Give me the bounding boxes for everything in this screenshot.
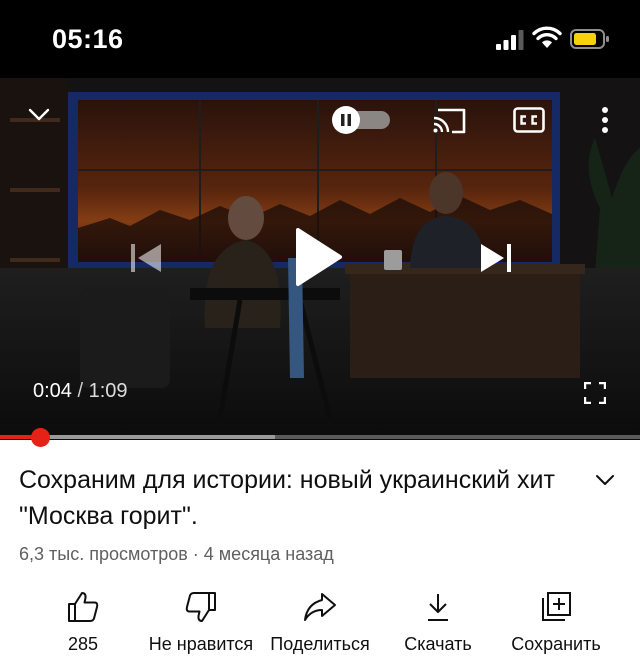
captions-icon[interactable] (513, 107, 545, 133)
time-display: 0:04 / 1:09 (33, 380, 128, 403)
more-vert-icon[interactable] (600, 106, 610, 134)
play-icon[interactable] (294, 226, 344, 288)
cast-icon[interactable] (432, 106, 468, 136)
video-meta: 6,3 тыс. просмотров · 4 месяца назад (19, 544, 334, 564)
status-bar: 05:16 (0, 0, 640, 78)
scrubber-handle[interactable] (31, 428, 51, 447)
wifi-icon (532, 26, 562, 48)
collapse-chevron-icon[interactable] (28, 108, 50, 122)
chevron-down-icon[interactable] (594, 472, 616, 488)
thumbs-up-icon (68, 592, 99, 622)
share-icon (304, 593, 336, 621)
video-duration: 1:09 (88, 380, 128, 402)
action-row: 285 Не нравится Поделиться Скачать Сохра… (0, 590, 640, 669)
cellular-signal-icon (496, 30, 524, 50)
download-button[interactable]: Скачать (394, 590, 482, 655)
save-label: Сохранить (511, 634, 601, 654)
video-player[interactable]: 0:04 / 1:09 (0, 78, 640, 440)
download-icon (428, 594, 448, 621)
video-title[interactable]: Сохраним для истории: новый украинский х… (19, 462, 564, 534)
thumbs-down-icon (185, 592, 216, 622)
fullscreen-icon[interactable] (584, 382, 606, 404)
next-icon[interactable] (480, 243, 512, 273)
share-label: Поделиться (270, 634, 370, 654)
dislike-label: Не нравится (148, 634, 254, 654)
time-separator: / (71, 380, 89, 402)
save-playlist-icon (542, 592, 571, 621)
autoplay-toggle[interactable] (330, 105, 392, 135)
dislike-button[interactable]: Не нравится (143, 590, 259, 655)
download-label: Скачать (404, 634, 472, 654)
battery-icon (570, 29, 609, 49)
previous-icon[interactable] (130, 243, 162, 273)
status-time: 05:16 (52, 24, 124, 54)
save-button[interactable]: Сохранить (504, 590, 608, 655)
like-button[interactable]: 285 (40, 590, 126, 655)
share-button[interactable]: Поделиться (262, 590, 378, 655)
current-time: 0:04 (33, 380, 72, 402)
like-count: 285 (67, 634, 99, 654)
progress-bar[interactable] (0, 428, 640, 447)
